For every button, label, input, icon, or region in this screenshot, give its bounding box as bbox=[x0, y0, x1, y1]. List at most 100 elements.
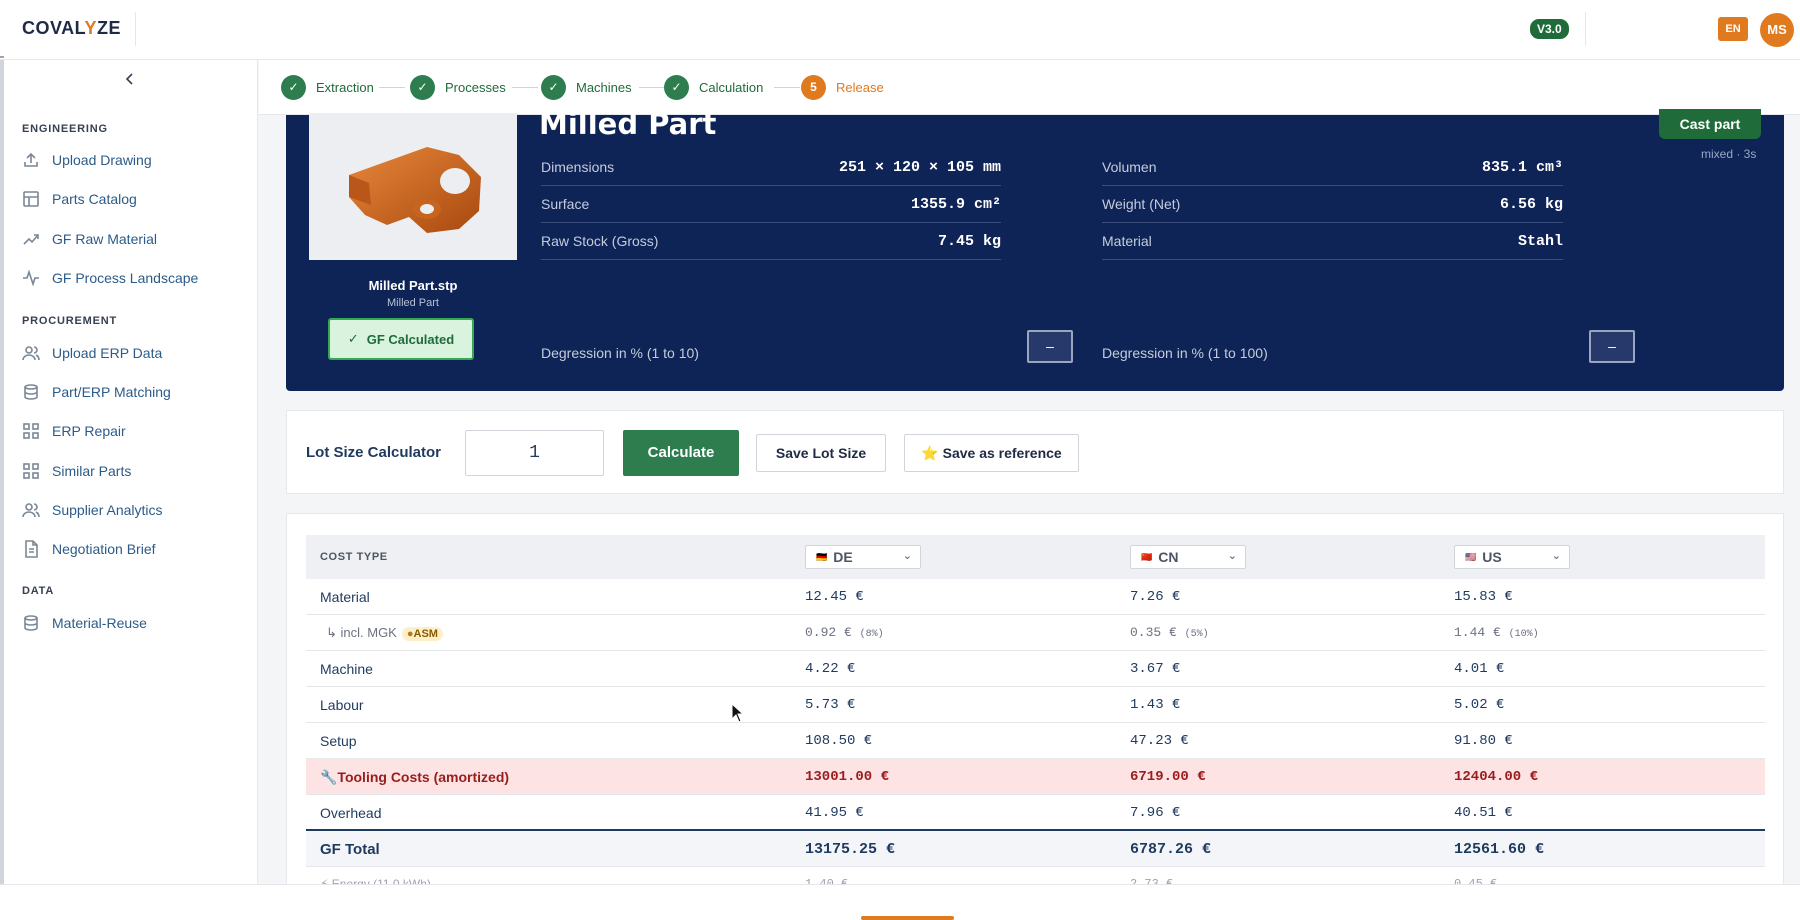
part-thumbnail[interactable] bbox=[309, 113, 517, 260]
row-label: Setup bbox=[320, 733, 357, 749]
part-summary-card: Milled Part.stp Milled Part ✓ GF Calculat… bbox=[286, 107, 1784, 391]
country-code: CN bbox=[1158, 549, 1179, 565]
bottom-bar bbox=[0, 884, 1800, 920]
prop-value: 7.45 kg bbox=[937, 232, 1001, 250]
value: 1.44 € bbox=[1454, 625, 1501, 640]
language-switch[interactable]: EN bbox=[1718, 17, 1748, 41]
cell-de: 13175.25 € bbox=[805, 841, 896, 858]
divider bbox=[1585, 12, 1586, 46]
sidebar-item-label: Part/ERP Matching bbox=[52, 384, 171, 400]
asm-badge: ●ASM bbox=[401, 627, 443, 641]
save-as-reference-button[interactable]: ⭐ Save as reference bbox=[904, 434, 1079, 472]
cell-cn: 1.43 € bbox=[1130, 697, 1181, 713]
lot-size-panel: Lot Size Calculator 1 Calculate Save Lot… bbox=[286, 410, 1784, 494]
lot-size-input[interactable]: 1 bbox=[465, 430, 604, 476]
sidebar-item-gf-raw-material[interactable]: GF Raw Material bbox=[22, 225, 157, 253]
step-label: Machines bbox=[576, 80, 632, 95]
badge-text: ASM bbox=[413, 628, 438, 640]
top-bar: COVALYZE V3.0 EN MS bbox=[0, 0, 1800, 60]
sidebar-item-label: Supplier Analytics bbox=[52, 502, 163, 518]
cell-us: 12404.00 € bbox=[1454, 769, 1539, 785]
document-icon bbox=[25, 540, 38, 558]
sidebar-item-erp-repair[interactable]: ERP Repair bbox=[22, 417, 126, 445]
sidebar-item-upload-erp-data[interactable]: Upload ERP Data bbox=[22, 339, 162, 367]
dot-icon: ● bbox=[406, 628, 414, 640]
table-row: Machine 4.22 € 3.67 € 4.01 € bbox=[306, 651, 1765, 687]
cell-us: 91.80 € bbox=[1454, 733, 1513, 749]
step-label: Release bbox=[836, 80, 884, 95]
step-connector bbox=[639, 87, 665, 88]
sidebar-item-gf-process-landscape[interactable]: GF Process Landscape bbox=[22, 264, 198, 292]
row-label: Overhead bbox=[320, 805, 382, 821]
sidebar-item-part-erp-matching[interactable]: Part/ERP Matching bbox=[22, 378, 171, 406]
prop-material: Material Stahl bbox=[1102, 223, 1563, 260]
user-avatar[interactable]: MS bbox=[1760, 13, 1794, 47]
prop-raw-stock: Raw Stock (Gross) 7.45 kg bbox=[541, 223, 1001, 260]
sidebar-item-upload-drawing[interactable]: Upload Drawing bbox=[22, 146, 152, 174]
table-icon bbox=[23, 191, 39, 207]
cell-us: 12561.60 € bbox=[1454, 841, 1545, 858]
sidebar-item-parts-catalog[interactable]: Parts Catalog bbox=[22, 185, 137, 213]
save-lot-size-button[interactable]: Save Lot Size bbox=[756, 434, 886, 472]
cell-us: 4.01 € bbox=[1454, 661, 1505, 677]
section-procurement: PROCUREMENT bbox=[22, 315, 117, 327]
sidebar: ENGINEERING Upload Drawing Parts Catalog… bbox=[0, 60, 258, 920]
table-row: Labour 5.73 € 1.43 € 5.02 € bbox=[306, 687, 1765, 723]
prop-volumen: Volumen 835.1 cm³ bbox=[1102, 149, 1563, 186]
section-engineering: ENGINEERING bbox=[22, 123, 108, 135]
prop-value: 835.1 cm³ bbox=[1481, 158, 1563, 176]
step-label: Extraction bbox=[316, 80, 374, 95]
sidebar-item-label: Negotiation Brief bbox=[52, 541, 156, 557]
calc-meta: mixed · 3s bbox=[1701, 147, 1757, 161]
flag-de-icon: 🇩🇪 bbox=[816, 551, 828, 562]
degression-10-input[interactable]: – bbox=[1027, 330, 1073, 363]
table-row-tooling: 🔧Tooling Costs (amortized) 13001.00 € 67… bbox=[306, 759, 1765, 795]
cell-cn: 6719.00 € bbox=[1130, 769, 1206, 785]
flag-us-icon: 🇺🇸 bbox=[1465, 551, 1477, 562]
sidebar-item-label: Similar Parts bbox=[52, 463, 132, 479]
sidebar-item-supplier-analytics[interactable]: Supplier Analytics bbox=[22, 496, 163, 524]
step-extraction[interactable]: ✓ Extraction bbox=[281, 75, 374, 100]
sidebar-item-label: GF Raw Material bbox=[52, 231, 158, 247]
cell-de: 108.50 € bbox=[805, 733, 873, 749]
cell-de: 41.95 € bbox=[805, 805, 864, 821]
sidebar-item-negotiation-brief[interactable]: Negotiation Brief bbox=[22, 535, 156, 563]
country-select-de[interactable]: 🇩🇪 DE ⌄ bbox=[805, 545, 921, 569]
check-icon: ✓ bbox=[347, 331, 359, 346]
cell-cn: 3.67 € bbox=[1130, 661, 1181, 677]
degression-100-input[interactable]: – bbox=[1589, 330, 1635, 363]
prop-key: Dimensions bbox=[541, 159, 615, 175]
file-subtitle: Milled Part bbox=[387, 297, 439, 309]
cell-us: 15.83 € bbox=[1454, 589, 1513, 605]
cell-cn: 7.96 € bbox=[1130, 805, 1181, 821]
row-label: 🔧Tooling Costs (amortized) bbox=[320, 769, 510, 785]
cell-de: 5.73 € bbox=[805, 697, 856, 713]
scroll-indicator[interactable] bbox=[861, 916, 954, 920]
degression-10-label: Degression in % (1 to 10) bbox=[541, 345, 699, 361]
sidebar-item-similar-parts[interactable]: Similar Parts bbox=[22, 457, 131, 485]
step-calculation[interactable]: ✓ Calculation bbox=[664, 75, 763, 100]
step-release[interactable]: 5 Release bbox=[801, 75, 884, 100]
step-processes[interactable]: ✓ Processes bbox=[410, 75, 506, 100]
cast-part-button[interactable]: Cast part bbox=[1659, 109, 1761, 139]
prop-key: Weight (Net) bbox=[1102, 196, 1181, 212]
country-select-us[interactable]: 🇺🇸 US ⌄ bbox=[1454, 545, 1570, 569]
sidebar-item-label: Parts Catalog bbox=[52, 191, 137, 207]
row-label: Material bbox=[320, 589, 370, 605]
users-icon bbox=[22, 346, 40, 361]
calculate-button[interactable]: Calculate bbox=[623, 430, 739, 476]
trend-icon bbox=[23, 234, 39, 245]
table-row: ↳ incl. MGK ●ASM 0.92 € (8%) 0.35 € (5%) … bbox=[306, 615, 1765, 651]
mouse-cursor-icon bbox=[731, 703, 745, 723]
gf-calculated-badge: ✓ GF Calculated bbox=[328, 318, 474, 360]
degression-100-label: Degression in % (1 to 100) bbox=[1102, 345, 1268, 361]
app-logo[interactable]: COVALYZE bbox=[22, 18, 121, 39]
step-machines[interactable]: ✓ Machines bbox=[541, 75, 632, 100]
country-select-cn[interactable]: 🇨🇳 CN ⌄ bbox=[1130, 545, 1246, 569]
step-check-icon: ✓ bbox=[541, 75, 566, 100]
chevron-down-icon: ⌄ bbox=[902, 550, 912, 562]
sidebar-item-label: Upload Drawing bbox=[52, 152, 152, 168]
sidebar-item-material-reuse[interactable]: Material-Reuse bbox=[22, 609, 147, 637]
collapse-sidebar-icon[interactable] bbox=[124, 72, 136, 91]
table-header: COST TYPE 🇩🇪 DE ⌄ 🇨🇳 CN ⌄ 🇺🇸 US ⌄ bbox=[306, 535, 1765, 579]
